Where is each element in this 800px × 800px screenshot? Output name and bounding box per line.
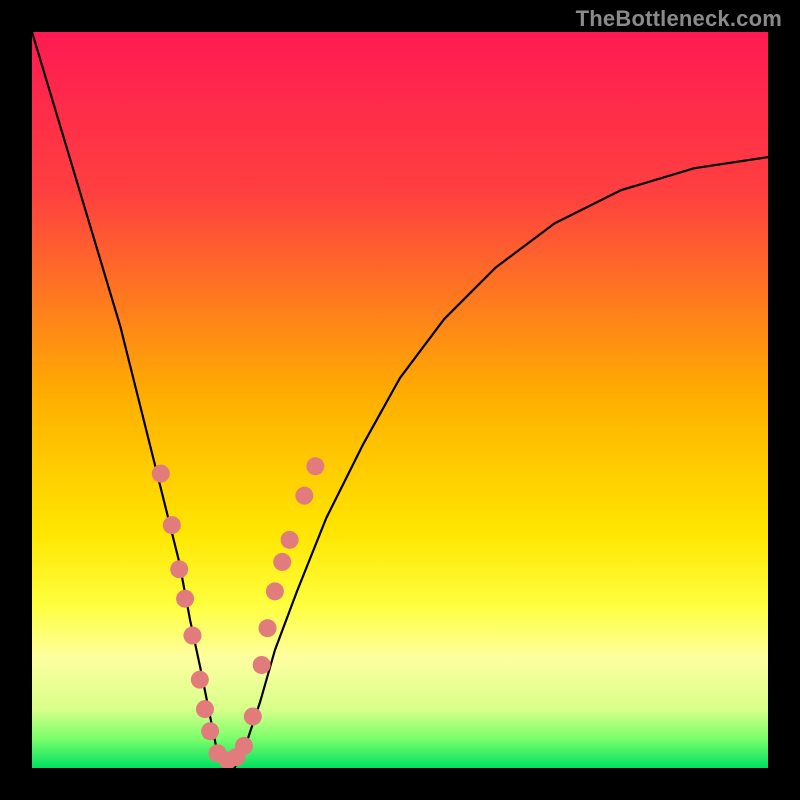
highlight-dot	[170, 560, 188, 578]
chart-svg	[32, 32, 768, 768]
highlight-dot	[244, 707, 262, 725]
outer-frame: TheBottleneck.com	[0, 0, 800, 800]
highlight-dot	[306, 457, 324, 475]
highlight-dot	[196, 700, 214, 718]
highlight-dot	[191, 671, 209, 689]
highlight-dot	[295, 487, 313, 505]
highlight-dot	[163, 516, 181, 534]
highlight-dot	[235, 737, 253, 755]
highlight-dot	[176, 590, 194, 608]
highlight-dot	[152, 465, 170, 483]
highlight-dot	[183, 627, 201, 645]
gradient-background	[32, 32, 768, 768]
highlight-dot	[281, 531, 299, 549]
highlight-dot	[201, 722, 219, 740]
highlight-dot	[259, 619, 277, 637]
highlight-dot	[273, 553, 291, 571]
highlight-dot	[253, 656, 271, 674]
highlight-dot	[266, 582, 284, 600]
plot-area	[32, 32, 768, 768]
watermark-text: TheBottleneck.com	[576, 6, 782, 32]
